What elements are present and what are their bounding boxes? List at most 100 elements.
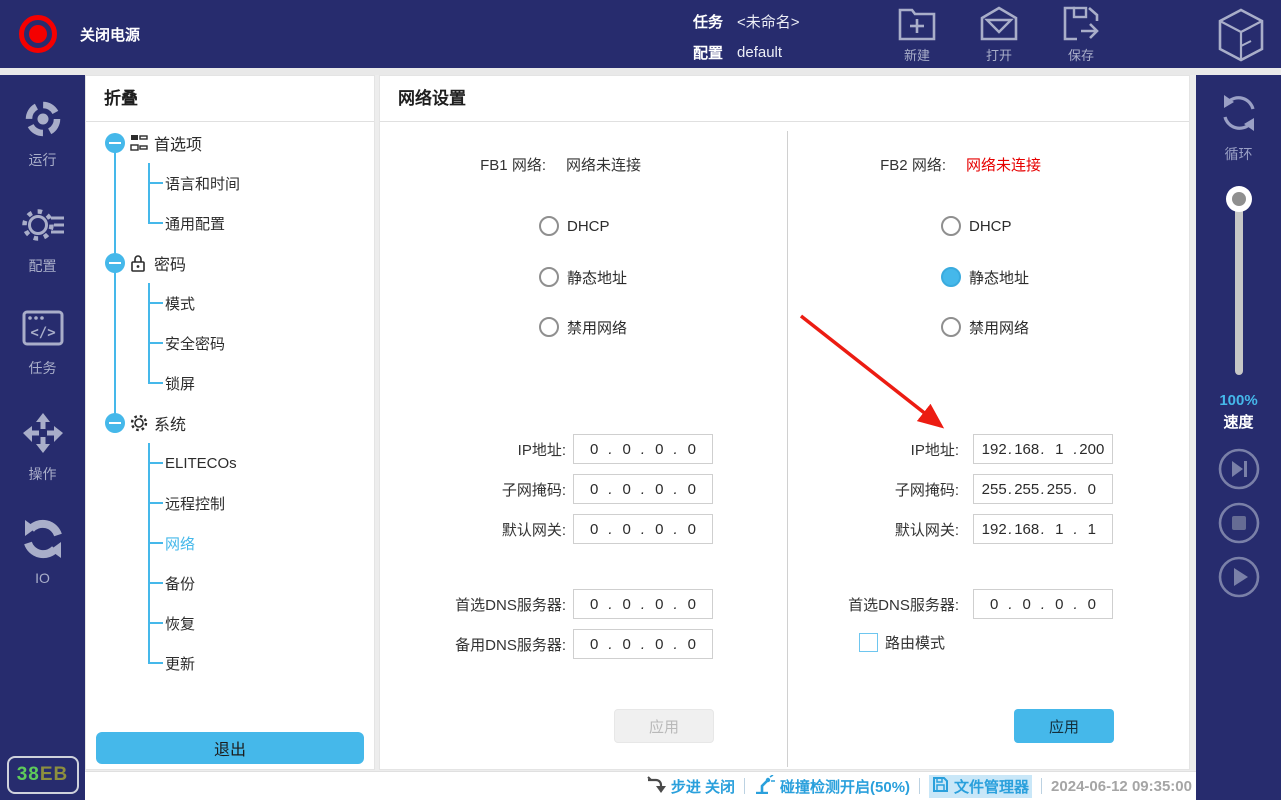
fb2-dns1-row: 首选DNS服务器: 0000 — [788, 589, 1113, 619]
tree-group-password[interactable]: 密码 — [86, 243, 374, 283]
fb1-mask-input[interactable]: 0000 — [573, 474, 713, 504]
fb1-dns2-row: 备用DNS服务器: 0000 — [380, 629, 713, 659]
fb1-radio-dhcp[interactable]: DHCP — [539, 215, 610, 237]
new-button[interactable]: 新建 — [886, 6, 948, 64]
save-icon — [1061, 6, 1101, 42]
speed-slider-knob[interactable] — [1226, 186, 1252, 212]
tree-item-label: 恢复 — [165, 613, 195, 634]
loop-mode-button[interactable]: 循环 — [1217, 91, 1261, 164]
step-mode-status[interactable]: 步进 关闭 — [647, 776, 735, 797]
collapse-minus-icon[interactable] — [105, 413, 125, 433]
fb1-radio-disable[interactable]: 禁用网络 — [539, 316, 627, 338]
robot-collision-icon — [754, 775, 775, 798]
tree-item-safety-password[interactable]: 安全密码 — [86, 323, 374, 363]
fb1-gateway-row: 默认网关: 0000 — [380, 514, 713, 544]
fb2-radio-dhcp[interactable]: DHCP — [941, 215, 1012, 237]
radio-icon[interactable] — [539, 267, 559, 287]
fb2-radio-disable[interactable]: 禁用网络 — [941, 316, 1029, 338]
radio-selected-icon[interactable] — [941, 267, 961, 287]
loop-cycle-icon — [1217, 91, 1261, 140]
tree-item-backup[interactable]: 备份 — [86, 563, 374, 603]
tree-item-update[interactable]: 更新 — [86, 643, 374, 683]
new-label: 新建 — [904, 45, 930, 64]
collision-detect-text: 碰撞检测开启(50%) — [780, 776, 910, 797]
fb1-dns2-input[interactable]: 0000 — [573, 629, 713, 659]
topbar-actions: 新建 打开 保存 — [886, 6, 1112, 64]
radio-icon[interactable] — [941, 216, 961, 236]
fb1-apply-button[interactable]: 应用 — [614, 709, 714, 743]
step-next-button[interactable] — [1218, 448, 1260, 490]
tree-item-label: ELITECOs — [165, 455, 237, 472]
nav-label-io: IO — [35, 570, 50, 586]
tree-item-network[interactable]: 网络 — [86, 523, 374, 563]
nav-item-operate[interactable]: 操作 — [22, 412, 64, 484]
file-manager-text: 文件管理器 — [954, 776, 1029, 797]
save-button[interactable]: 保存 — [1050, 6, 1112, 64]
tree-item-restore[interactable]: 恢复 — [86, 603, 374, 643]
settings-tree: 首选项 语言和时间 通用配置 密码 模式 — [86, 123, 374, 685]
route-mode-checkbox-row[interactable]: 路由模式 — [859, 630, 945, 654]
fb1-radio-static[interactable]: 静态地址 — [539, 266, 627, 288]
radio-icon[interactable] — [539, 216, 559, 236]
tree-item-mode[interactable]: 模式 — [86, 283, 374, 323]
fb1-gateway-input[interactable]: 0000 — [573, 514, 713, 544]
nav-item-io[interactable]: IO — [22, 518, 64, 586]
code-window-icon: </> — [22, 310, 64, 353]
tree-item-general-config[interactable]: 通用配置 — [86, 203, 374, 243]
tree-item-label: 模式 — [165, 293, 195, 314]
collapse-minus-icon[interactable] — [105, 133, 125, 153]
radio-icon[interactable] — [941, 317, 961, 337]
settings-tree-panel: 折叠 首选项 语言和时间 通用配置 — [85, 75, 375, 770]
radio-icon[interactable] — [539, 317, 559, 337]
fb2-mask-input[interactable]: 2552552550 — [973, 474, 1113, 504]
nav-item-config[interactable]: 配置 — [20, 204, 66, 276]
collapse-toggle[interactable]: 折叠 — [86, 76, 374, 122]
tree-item-lock-screen[interactable]: 锁屏 — [86, 363, 374, 403]
nav-item-task[interactable]: </> 任务 — [22, 310, 64, 378]
run-target-icon — [22, 98, 64, 145]
collapse-minus-icon[interactable] — [105, 253, 125, 273]
tree-item-label: 备份 — [165, 573, 195, 594]
svg-text:</>: </> — [30, 325, 55, 341]
config-value: default — [737, 44, 782, 61]
fb2-ip-input[interactable]: 1921681200 — [973, 434, 1113, 464]
fb2-gateway-input[interactable]: 19216811 — [973, 514, 1113, 544]
power-button[interactable] — [19, 15, 57, 53]
gear-list-icon — [20, 204, 66, 251]
radio-label: 静态地址 — [969, 267, 1029, 288]
tree-item-label: 语言和时间 — [165, 173, 240, 194]
tree-item-elitecos[interactable]: ELITECOs — [86, 443, 374, 483]
speed-label: 速度 — [1223, 411, 1253, 432]
brand-cube-logo-icon — [1215, 7, 1267, 68]
field-label: 备用DNS服务器: — [380, 634, 566, 655]
fb1-status: 网络未连接 — [566, 153, 641, 175]
nav-label-task: 任务 — [29, 358, 57, 378]
fb1-dns1-input[interactable]: 0000 — [573, 589, 713, 619]
fb1-ip-input[interactable]: 0000 — [573, 434, 713, 464]
exit-button[interactable]: 退出 — [96, 732, 364, 764]
radio-label: DHCP — [567, 218, 610, 235]
task-value: <未命名> — [737, 11, 800, 32]
sitemap-icon — [130, 134, 148, 157]
fb2-radio-static[interactable]: 静态地址 — [941, 266, 1029, 288]
open-folder-icon — [979, 6, 1019, 42]
play-button[interactable] — [1218, 556, 1260, 598]
speed-slider[interactable] — [1226, 186, 1252, 378]
tree-item-language-time[interactable]: 语言和时间 — [86, 163, 374, 203]
open-button[interactable]: 打开 — [968, 6, 1030, 64]
save-label: 保存 — [1068, 45, 1094, 64]
nav-item-run[interactable]: 运行 — [22, 98, 64, 170]
nav-label-operate: 操作 — [29, 464, 57, 484]
radio-label: 静态地址 — [567, 267, 627, 288]
fb2-dns1-input[interactable]: 0000 — [973, 589, 1113, 619]
file-manager-button[interactable]: 文件管理器 — [929, 775, 1032, 798]
tree-group-preferences[interactable]: 首选项 — [86, 123, 374, 163]
collision-detect-status[interactable]: 碰撞检测开启(50%) — [754, 775, 910, 798]
stop-button[interactable] — [1218, 502, 1260, 544]
speed-slider-track[interactable] — [1235, 199, 1243, 375]
checkbox-icon[interactable] — [859, 633, 878, 652]
field-label: 首选DNS服务器: — [788, 594, 959, 615]
fb2-apply-button[interactable]: 应用 — [1014, 709, 1114, 743]
tree-item-remote-control[interactable]: 远程控制 — [86, 483, 374, 523]
tree-group-system[interactable]: 系统 — [86, 403, 374, 443]
